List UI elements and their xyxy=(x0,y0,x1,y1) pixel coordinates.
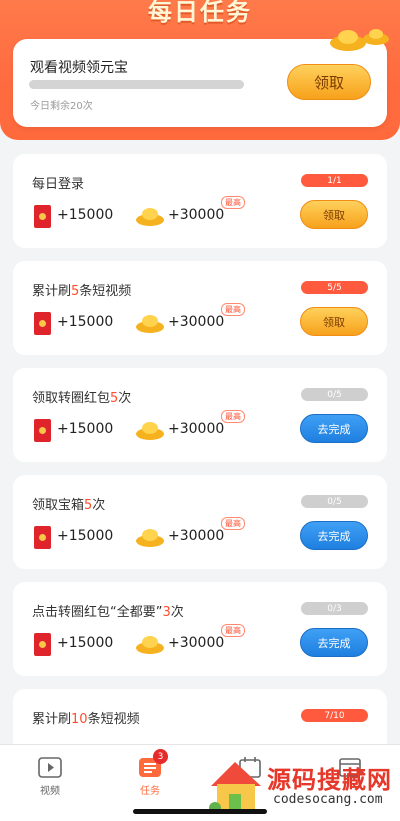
red-packet-icon xyxy=(34,205,51,228)
task-title-text: 每日登录 xyxy=(32,177,85,192)
claim-button[interactable]: 领取 xyxy=(300,307,368,336)
task-title: 领取宝箱5次 xyxy=(32,494,105,513)
task-card: 领取宝箱5次 0/5 +15000 +30000 最高 去完成 xyxy=(13,475,387,569)
task-title: 每日登录 xyxy=(32,173,84,192)
task-title-suffix: 次 xyxy=(92,498,106,513)
ingot-reward: +30000 xyxy=(168,635,225,651)
task-title: 领取转圈红包5次 xyxy=(32,387,131,406)
red-packet-icon xyxy=(34,526,51,549)
watermark: 源码搜藏网 codesocang.com xyxy=(205,752,400,817)
task-title-suffix: 条短视频 xyxy=(79,284,132,299)
task-title: 累计刷10条短视频 xyxy=(32,708,140,727)
ingot-reward: +30000 xyxy=(168,528,225,544)
task-progress-pill: 7/10 xyxy=(301,709,368,722)
max-badge: 最高 xyxy=(221,410,245,423)
watermark-title: 源码搜藏网 xyxy=(267,766,392,794)
watch-video-title: 观看视频领元宝 xyxy=(30,60,128,76)
watch-video-progress-bar xyxy=(29,80,244,89)
task-card: 累计刷5条短视频 5/5 +15000 +30000 最高 领取 xyxy=(13,261,387,355)
red-packet-icon xyxy=(34,312,51,335)
ingot-reward: +30000 xyxy=(168,421,225,437)
gold-ingot-icon xyxy=(136,529,164,547)
go-complete-button[interactable]: 去完成 xyxy=(300,521,368,550)
task-card: 点击转圈红包“全都要”3次 0/3 +15000 +30000 最高 去完成 xyxy=(13,582,387,676)
gold-ingot-icon xyxy=(136,315,164,333)
task-title-count: 3 xyxy=(162,605,171,620)
tab-task-badge: 3 xyxy=(153,749,168,764)
max-badge: 最高 xyxy=(221,303,245,316)
task-title-count: 10 xyxy=(71,712,88,727)
red-packet-reward: +15000 xyxy=(57,421,114,437)
task-title-text: 累计刷 xyxy=(32,284,72,299)
red-packet-reward: +15000 xyxy=(57,528,114,544)
red-packet-icon xyxy=(34,419,51,442)
red-packet-reward: +15000 xyxy=(57,635,114,651)
ingot-reward: +30000 xyxy=(168,314,225,330)
watermark-subtitle: codesocang.com xyxy=(273,792,383,807)
tab-video-label: 视频 xyxy=(40,786,60,797)
gold-ingot-icon xyxy=(136,208,164,226)
gold-ingot-icon xyxy=(330,29,389,51)
task-title-suffix: 次 xyxy=(118,391,132,406)
go-complete-button[interactable]: 去完成 xyxy=(300,628,368,657)
task-progress-pill: 0/3 xyxy=(301,602,368,615)
task-title-suffix: 次 xyxy=(170,605,184,620)
task-title-text: 累计刷 xyxy=(32,712,72,727)
ingot-reward: +30000 xyxy=(168,207,225,223)
task-progress-pill: 1/1 xyxy=(301,174,368,187)
gold-ingot-icon xyxy=(136,636,164,654)
home-indicator xyxy=(133,809,267,814)
red-packet-reward: +15000 xyxy=(57,207,114,223)
task-progress-pill: 0/5 xyxy=(301,495,368,508)
task-card: 每日登录 1/1 +15000 +30000 最高 领取 xyxy=(13,154,387,248)
task-title-text: 领取转圈红包 xyxy=(32,391,111,406)
max-badge: 最高 xyxy=(221,517,245,530)
task-title-text: 点击转圈红包“全都要” xyxy=(32,605,163,620)
remaining-count: 今日剩余20次 xyxy=(30,101,93,112)
task-title: 累计刷5条短视频 xyxy=(32,280,131,299)
tab-video[interactable]: 视频 xyxy=(0,745,100,805)
task-card: 领取转圈红包5次 0/5 +15000 +30000 最高 去完成 xyxy=(13,368,387,462)
task-title-suffix: 条短视频 xyxy=(87,712,140,727)
go-complete-button[interactable]: 去完成 xyxy=(300,414,368,443)
page-title: 每日任务 xyxy=(148,0,252,26)
task-progress-pill: 0/5 xyxy=(301,388,368,401)
max-badge: 最高 xyxy=(221,624,245,637)
red-packet-reward: +15000 xyxy=(57,314,114,330)
red-packet-icon xyxy=(34,633,51,656)
max-badge: 最高 xyxy=(221,196,245,209)
gold-ingot-icon xyxy=(136,422,164,440)
tab-task-label: 任务 xyxy=(140,786,160,797)
task-title-text: 领取宝箱 xyxy=(32,498,85,513)
tab-task[interactable]: 3 任务 xyxy=(100,745,200,805)
watch-video-claim-button[interactable]: 领取 xyxy=(287,64,371,100)
play-icon xyxy=(38,757,62,778)
task-progress-pill: 5/5 xyxy=(301,281,368,294)
claim-button[interactable]: 领取 xyxy=(300,200,368,229)
house-logo-icon xyxy=(209,762,261,814)
task-title: 点击转圈红包“全都要”3次 xyxy=(32,601,184,620)
